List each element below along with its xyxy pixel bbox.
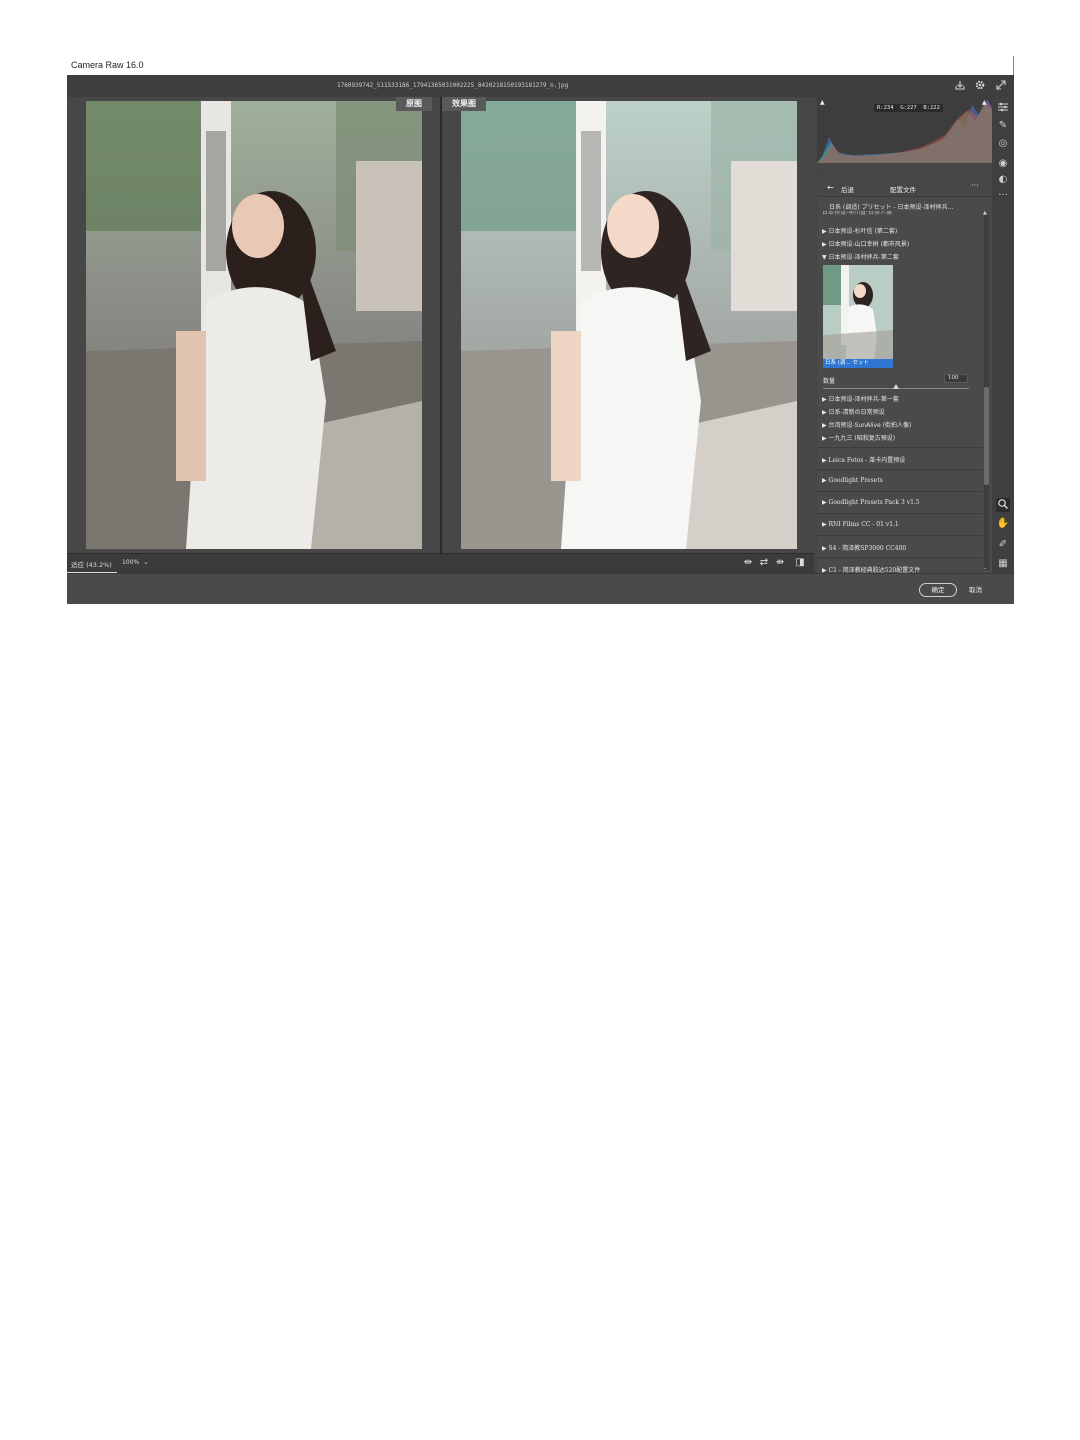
- bottom-bar: 确定 取消: [67, 573, 1014, 604]
- red-eye-icon[interactable]: ◉: [996, 157, 1010, 171]
- panel-header: ← 后退 配置文件 ···: [817, 179, 992, 197]
- amount-slider-handle[interactable]: [893, 384, 899, 389]
- presets-icon[interactable]: ◐: [996, 173, 1010, 187]
- zoom-fit-button[interactable]: 适应 (43.2%): [71, 559, 112, 569]
- highlight-clipping-icon[interactable]: ▲: [982, 99, 987, 106]
- profile-group[interactable]: ▶ Goodlight Presets Pack 3 v1.5: [817, 491, 982, 513]
- shadow-clipping-icon[interactable]: ▲: [820, 99, 825, 106]
- fullscreen-icon[interactable]: [994, 79, 1008, 93]
- save-icon[interactable]: [953, 79, 967, 93]
- before-image: [86, 101, 422, 549]
- right-panel: ▲ ▲ R:234 G:227 B:222 ← 后退 配置文件 ··· 日系 (…: [817, 97, 992, 574]
- more-icon[interactable]: ···: [971, 181, 979, 190]
- profile-group-title: 日系 (调适) プリセット - 日本预设-泽村拝兵...: [829, 204, 954, 211]
- panel-gap: [817, 163, 992, 179]
- profile-group-label: ▶ Leica Fotos - 莱卡内置预设: [822, 457, 906, 464]
- healing-brush-icon[interactable]: ✎: [996, 119, 1010, 133]
- grid-icon[interactable]: ▦: [996, 557, 1010, 571]
- list-item-expanded[interactable]: ▼ 日本预设-泽村拝兵-第二套: [822, 252, 899, 261]
- preview-area[interactable]: 原图 效果图: [67, 97, 814, 553]
- compare-view-icon[interactable]: ⇹: [742, 557, 754, 569]
- gear-icon[interactable]: [973, 79, 987, 93]
- hand-tool-icon[interactable]: ✋: [996, 517, 1010, 531]
- list-item[interactable]: ▶ 日本预设-泽村拝兵-第一套: [822, 394, 899, 403]
- amount-field[interactable]: 100: [944, 374, 968, 383]
- profile-group[interactable]: ▶ S4 - 简泽教SP3000 CC400: [817, 535, 982, 557]
- after-image: [461, 101, 797, 549]
- status-bar: 适应 (43.2%) 100% ⌄ ⇹ ⇄ ⇻ ◨: [67, 553, 814, 574]
- cancel-button[interactable]: 取消: [969, 584, 982, 594]
- top-bar: 1760939742_511533186_17941365031002225_8…: [67, 75, 1014, 97]
- profile-group[interactable]: ▶ Goodlight Presets: [817, 469, 982, 491]
- split-divider[interactable]: [440, 97, 442, 553]
- scroll-down-icon[interactable]: ⌄: [983, 565, 987, 571]
- profile-thumbnail[interactable]: [823, 265, 893, 367]
- chevron-down-icon[interactable]: ⌄: [143, 558, 149, 566]
- profile-group-label: ▶ Goodlight Presets Pack 3 v1.5: [822, 499, 920, 506]
- back-button[interactable]: 后退: [841, 184, 854, 194]
- list-item[interactable]: ▶ 一九九三 (昭和复古预设): [822, 433, 895, 442]
- list-item[interactable]: ▶ 日系-清新の日常预设: [822, 407, 885, 416]
- histogram: ▲ ▲ R:234 G:227 B:222: [817, 97, 992, 163]
- profile-group[interactable]: ▶ RNI Films CC - 01 v1.1: [817, 513, 982, 535]
- list-item[interactable]: ▶ 台湾预设-SunAlive (街拍人像): [822, 420, 911, 429]
- panel-title: 配置文件: [890, 186, 916, 194]
- color-sampler-icon[interactable]: ✐: [996, 538, 1010, 552]
- app-title: Camera Raw 16.0: [71, 60, 144, 70]
- file-name: 1760939742_511533186_17941365031002225_8…: [337, 82, 569, 89]
- more-tools-icon[interactable]: ···: [996, 189, 1010, 203]
- tool-strip: ✎ ◎ ◉ ◐ ··· ✋ ✐ ▦: [992, 97, 1014, 573]
- profile-group-label: ▶ RNI Films CC - 01 v1.1: [822, 521, 899, 528]
- before-after-toggle-icon[interactable]: ◨: [794, 557, 806, 569]
- profile-group-label: ▶ S4 - 简泽教SP3000 CC400: [822, 545, 907, 552]
- masking-icon[interactable]: ◎: [996, 137, 1010, 151]
- scrollbar-thumb[interactable]: [984, 387, 989, 485]
- camera-raw-window: 1760939742_511533186_17941365031002225_8…: [67, 75, 1014, 604]
- before-label: 原图: [396, 97, 432, 111]
- after-label: 效果图: [442, 97, 486, 111]
- swap-icon[interactable]: ⇄: [758, 557, 770, 569]
- list-item[interactable]: ▶ 日本预设-山口幸树 (都市风景): [822, 239, 909, 248]
- edit-sliders-icon[interactable]: [996, 101, 1010, 115]
- back-arrow-icon[interactable]: ←: [827, 183, 834, 192]
- window-edge: [1013, 56, 1014, 76]
- copy-settings-icon[interactable]: ⇻: [774, 557, 786, 569]
- list-item[interactable]: ▶ 日本预设-杉叶信 (第二套): [822, 226, 897, 235]
- profile-group[interactable]: ▶ Leica Fotos - 莱卡内置预设: [817, 447, 982, 469]
- scrollbar[interactable]: [984, 215, 989, 570]
- thumbnail-caption: 日系 (调... セット: [823, 359, 893, 368]
- ok-button[interactable]: 确定: [919, 583, 957, 597]
- profile-group[interactable]: ▶ C1 - 简泽教经典胶达520配置文件: [817, 557, 982, 574]
- zoom-tool-icon[interactable]: [996, 498, 1010, 512]
- rgb-readout: R:234 G:227 B:222: [874, 104, 943, 112]
- zoom-select[interactable]: 100%: [122, 559, 139, 566]
- profile-group-label: ▶ Goodlight Presets: [822, 477, 883, 484]
- amount-label: 数量: [823, 378, 836, 385]
- list-item-partial[interactable]: 日本预设-早川直·日系人像: [822, 211, 892, 216]
